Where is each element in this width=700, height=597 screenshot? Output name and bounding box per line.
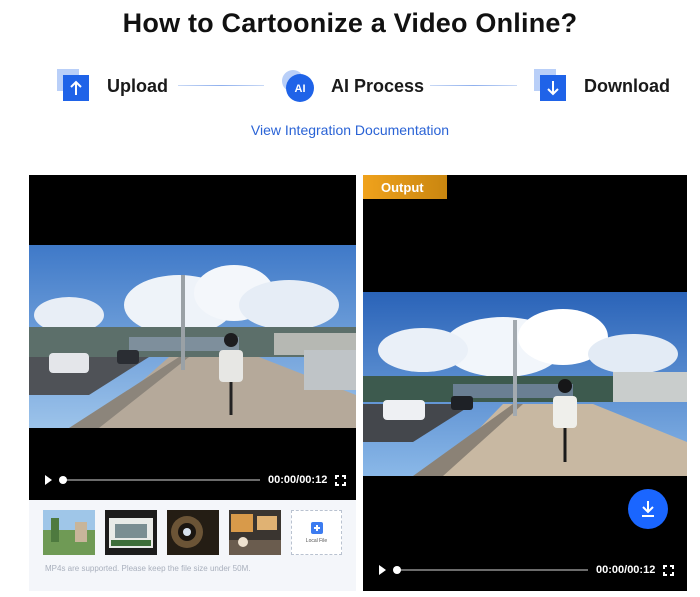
download-arrow-icon [642,501,654,517]
download-icon [534,69,568,103]
page-title: How to Cartoonize a Video Online? [122,8,578,38]
step-connector [178,85,264,86]
step-connector [430,85,517,86]
input-video-player[interactable]: 00:00/00:12 [29,175,356,500]
thumbnail-bus[interactable] [105,510,157,555]
output-time-display: 00:00/00:12 [596,564,656,576]
input-player-controls: 00:00/00:12 [29,470,356,490]
thumbnail-park[interactable] [43,510,95,555]
upload-icon [57,69,91,103]
input-panel: 00:00/00:12 Local File MP4s are supporte… [29,175,356,591]
ai-icon: AI [281,69,315,103]
step-upload: Upload [57,64,168,108]
thumbnail-tunnel[interactable] [167,510,219,555]
step-label: AI Process [331,75,425,96]
input-video-frame [29,245,356,428]
output-video-frame [363,292,687,476]
steps-row: Upload AI AI Process Download [0,64,700,108]
output-seek-bar[interactable] [393,566,588,574]
upload-hint: MP4s are supported. Please keep the file… [45,564,251,573]
input-seek-bar[interactable] [59,476,260,484]
thumbnail-street[interactable] [229,510,281,555]
seek-knob[interactable] [393,566,401,574]
step-label: Download [584,75,670,96]
integration-docs-link[interactable]: View Integration Documentation [0,122,700,138]
seek-knob[interactable] [59,476,67,484]
play-icon[interactable] [45,475,52,485]
output-video-player[interactable]: Output 00:00/00:12 [363,175,687,591]
output-player-controls: 00:00/00:12 [363,560,687,580]
local-file-label: Local File [305,537,328,544]
sample-thumbnails: Local File [29,510,356,562]
ai-icon-text: AI [295,83,306,95]
fullscreen-icon[interactable] [335,474,347,486]
step-ai-process: AI AI Process [281,64,424,108]
local-file-button[interactable]: Local File [291,510,342,555]
fullscreen-icon[interactable] [663,564,675,576]
step-download: Download [534,64,670,108]
input-time-display: 00:00/00:12 [268,474,328,486]
add-file-icon [310,521,323,534]
download-button[interactable] [628,489,668,529]
output-badge: Output [363,175,447,199]
play-icon[interactable] [379,565,386,575]
step-label: Upload [107,75,168,96]
